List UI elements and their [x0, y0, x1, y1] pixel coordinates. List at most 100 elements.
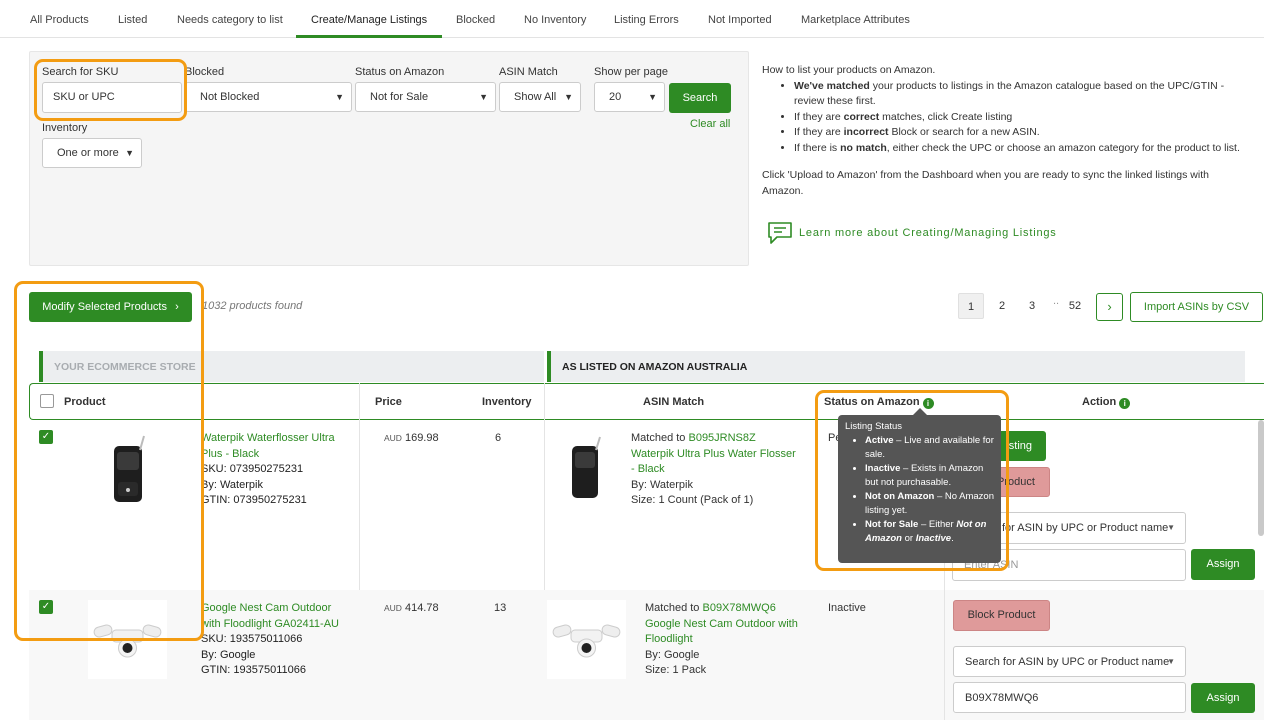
- scrollbar-thumb[interactable]: [1258, 420, 1264, 536]
- listing-status-tooltip: Listing Status Active – Live and availab…: [838, 415, 1001, 563]
- asin-input[interactable]: B09X78MWQ6: [953, 682, 1186, 713]
- learn-more-link[interactable]: Learn more about Creating/Managing Listi…: [799, 227, 1057, 239]
- chevron-down-icon: ▼: [335, 92, 344, 102]
- blocked-select[interactable]: Not Blocked ▼: [185, 82, 352, 112]
- tab-blocked[interactable]: Blocked: [456, 14, 495, 26]
- inventory-select[interactable]: One or more ▼: [42, 138, 142, 168]
- assign-button[interactable]: Assign: [1191, 549, 1255, 580]
- tooltip-item: Active – Live and available for sale.: [865, 434, 994, 462]
- asin-search-select[interactable]: Search for ASIN by UPC or Product name ▼: [953, 646, 1186, 677]
- page-3[interactable]: 3: [1020, 293, 1044, 319]
- help-item: We've matched your products to listings …: [794, 79, 1242, 110]
- product-image: [92, 432, 162, 510]
- ecommerce-store-section-header: YOUR ECOMMERCE STORE: [39, 351, 544, 382]
- matched-line: Matched to B095JRNS8Z: [631, 432, 756, 444]
- tab-needs-category[interactable]: Needs category to list: [177, 14, 283, 26]
- chevron-down-icon: ▼: [564, 92, 573, 102]
- product-name-link[interactable]: Waterpik Waterflosser Ultra Plus - Black: [201, 431, 341, 462]
- asin-match-select-value: Show All: [514, 91, 557, 103]
- column-product: Product: [64, 396, 106, 408]
- tab-no-inventory[interactable]: No Inventory: [524, 14, 586, 26]
- help-item: If there is no match, either check the U…: [794, 141, 1242, 157]
- amazon-size: Size: 1 Pack: [645, 664, 707, 676]
- per-page-select[interactable]: 20 ▼: [594, 82, 665, 112]
- chevron-right-icon: ›: [175, 301, 179, 313]
- product-gtin: GTIN: 193575011066: [201, 664, 306, 676]
- amazon-brand: By: Google: [645, 648, 700, 661]
- status-filter-label: Status on Amazon: [355, 66, 445, 78]
- amazon-title-link[interactable]: Google Nest Cam Outdoor with Floodlight: [645, 617, 805, 648]
- amazon-size: Size: 1 Count (Pack of 1): [631, 494, 754, 506]
- product-inventory: 6: [495, 432, 502, 444]
- section-title: AS LISTED ON AMAZON AUSTRALIA: [562, 361, 748, 373]
- page-2[interactable]: 2: [990, 293, 1014, 319]
- chevron-down-icon: ▼: [125, 148, 134, 158]
- status-value: Inactive: [828, 602, 866, 614]
- product-sku: SKU: 073950275231: [201, 463, 304, 475]
- blocked-select-value: Not Blocked: [200, 91, 260, 103]
- modify-selected-products-button[interactable]: Modify Selected Products ›: [29, 292, 192, 322]
- tab-create-manage-listings[interactable]: Create/Manage Listings: [311, 14, 427, 26]
- search-button[interactable]: Search: [669, 83, 731, 113]
- clear-all-link[interactable]: Clear all: [690, 118, 730, 130]
- column-divider: [359, 383, 360, 590]
- asin-search-select-value: for ASIN by UPC or Product name: [1002, 522, 1169, 534]
- asin-link[interactable]: B095JRNS8Z: [688, 432, 755, 444]
- column-divider: [944, 590, 945, 720]
- product-price: AUD 169.98: [384, 432, 439, 444]
- row-checkbox[interactable]: ✓: [39, 430, 53, 444]
- column-divider: [544, 383, 545, 590]
- product-details: Waterpik Waterflosser Ultra Plus - Black…: [201, 431, 341, 509]
- how-to-list-help: How to list your products on Amazon. We'…: [762, 63, 1242, 199]
- per-page-label: Show per page: [594, 66, 668, 78]
- caret-down-icon: ▼: [1167, 523, 1175, 532]
- select-all-checkbox[interactable]: [40, 394, 54, 408]
- currency: AUD: [384, 603, 402, 613]
- asin-search-select-value: Search for ASIN by UPC or Product name: [965, 656, 1170, 668]
- column-action-label: Action: [1082, 396, 1117, 408]
- product-brand: By: Waterpik: [201, 478, 263, 491]
- modify-button-label: Modify Selected Products: [42, 301, 167, 313]
- page-1[interactable]: 1: [958, 293, 984, 319]
- product-brand: By: Google: [201, 648, 256, 661]
- chevron-right-icon: ›: [1107, 299, 1112, 314]
- tab-marketplace-attributes[interactable]: Marketplace Attributes: [801, 14, 910, 26]
- product-name-link[interactable]: Google Nest Cam Outdoor with Floodlight …: [201, 601, 341, 632]
- matched-line: Matched to B09X78MWQ6: [645, 602, 776, 614]
- sku-search-input[interactable]: SKU or UPC: [42, 82, 182, 113]
- product-gtin: GTIN: 073950275231: [201, 494, 307, 506]
- column-price: Price: [375, 396, 402, 408]
- status-select[interactable]: Not for Sale ▼: [355, 82, 496, 112]
- inventory-select-value: One or more: [57, 147, 119, 159]
- column-action: Action i: [1082, 396, 1131, 409]
- chevron-down-icon: ▼: [648, 92, 657, 102]
- asin-match-label: ASIN Match: [499, 66, 558, 78]
- per-page-select-value: 20: [609, 91, 622, 103]
- chevron-down-icon: ▼: [479, 92, 488, 102]
- asin-link[interactable]: B09X78MWQ6: [702, 602, 775, 614]
- import-asins-csv-button[interactable]: Import ASINs by CSV: [1130, 292, 1263, 322]
- amazon-brand: By: Waterpik: [631, 478, 693, 491]
- tooltip-item: Inactive – Exists in Amazon but not purc…: [865, 462, 994, 490]
- tab-bar: All Products Listed Needs category to li…: [0, 0, 1264, 38]
- asin-match-details: Matched to B09X78MWQ6 Google Nest Cam Ou…: [645, 601, 805, 679]
- tooltip-item: Not for Sale – Either Not on Amazon or I…: [865, 518, 994, 546]
- page-52[interactable]: 52: [1062, 293, 1088, 319]
- column-status-label: Status on Amazon: [824, 396, 920, 408]
- amazon-title-link[interactable]: Waterpik Ultra Plus Water Flosser - Blac…: [631, 447, 801, 478]
- tab-all-products[interactable]: All Products: [30, 14, 89, 26]
- status-select-value: Not for Sale: [370, 91, 429, 103]
- tooltip-title: Listing Status: [845, 421, 903, 432]
- assign-button[interactable]: Assign: [1191, 683, 1255, 713]
- row-checkbox[interactable]: ✓: [39, 600, 53, 614]
- tab-not-imported[interactable]: Not Imported: [708, 14, 772, 26]
- tab-listed[interactable]: Listed: [118, 14, 147, 26]
- product-inventory: 13: [494, 602, 507, 614]
- block-product-button[interactable]: Block Product: [953, 600, 1050, 631]
- info-icon[interactable]: i: [1119, 398, 1131, 409]
- tooltip-item: Not on Amazon – No Amazon listing yet.: [865, 490, 994, 518]
- next-page-button[interactable]: ›: [1096, 293, 1123, 321]
- tab-listing-errors[interactable]: Listing Errors: [614, 14, 679, 26]
- asin-match-select[interactable]: Show All ▼: [499, 82, 581, 112]
- column-inventory: Inventory: [482, 396, 532, 408]
